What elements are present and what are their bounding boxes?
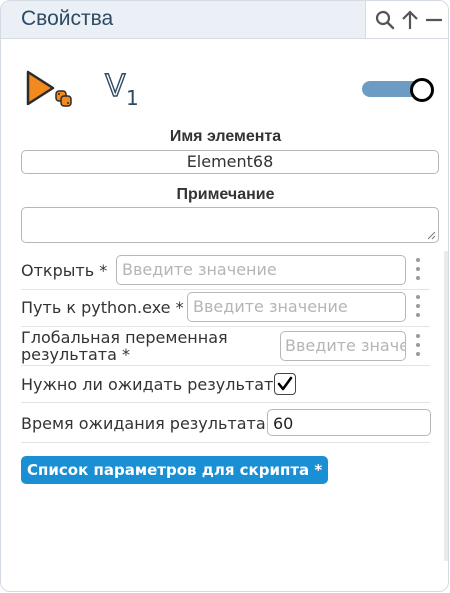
global-var-label: Глобальная переменная результата * bbox=[21, 329, 228, 363]
open-more-icon[interactable] bbox=[414, 257, 422, 283]
divider bbox=[21, 402, 430, 403]
arrow-up-icon[interactable] bbox=[399, 8, 421, 32]
python-path-label: Путь к python.exe * bbox=[21, 298, 184, 317]
panel-header: Свойства bbox=[1, 1, 448, 39]
python-path-more-icon[interactable] bbox=[414, 294, 422, 320]
global-var-label-line1: Глобальная переменная bbox=[21, 328, 228, 347]
global-var-label-line2: результата * bbox=[21, 345, 130, 364]
resize-handle-icon[interactable] bbox=[426, 230, 436, 240]
divider bbox=[21, 326, 430, 327]
divider bbox=[21, 365, 430, 366]
note-label: Примечание bbox=[176, 186, 275, 203]
search-icon[interactable] bbox=[374, 8, 396, 32]
element-name-input[interactable]: Element68 bbox=[21, 150, 439, 174]
version-letter: V bbox=[104, 68, 126, 104]
open-label: Открыть * bbox=[21, 261, 108, 280]
toggle-knob bbox=[410, 78, 434, 102]
checkmark-icon bbox=[277, 376, 293, 391]
element-name-label: Имя элемента bbox=[169, 128, 282, 145]
header-tools bbox=[365, 1, 448, 39]
global-var-placeholder: Введите значе bbox=[285, 336, 405, 355]
script-params-button[interactable]: Список параметров для скрипта * bbox=[21, 456, 329, 484]
note-textarea[interactable] bbox=[21, 207, 439, 243]
version-icon: V 1 bbox=[104, 68, 141, 111]
element-type-icon bbox=[25, 69, 75, 111]
python-path-input[interactable]: Введите значение bbox=[187, 292, 406, 322]
enable-toggle[interactable] bbox=[362, 77, 434, 102]
wait-time-label: Время ожидания результата bbox=[21, 414, 266, 433]
minimize-icon[interactable] bbox=[423, 8, 445, 32]
properties-panel: Свойства V 1 Имя элемента Element68 Прим… bbox=[0, 0, 449, 592]
panel-title: Свойства bbox=[21, 7, 114, 30]
global-var-input[interactable]: Введите значе bbox=[280, 331, 406, 361]
open-placeholder: Введите значение bbox=[122, 260, 277, 279]
divider bbox=[21, 289, 430, 290]
wait-time-input[interactable]: 60 bbox=[267, 409, 431, 436]
global-var-more-icon[interactable] bbox=[414, 333, 422, 359]
wait-result-checkbox[interactable] bbox=[274, 373, 296, 395]
open-input[interactable]: Введите значение bbox=[116, 255, 406, 285]
wait-result-label: Нужно ли ожидать результат bbox=[21, 375, 274, 394]
scrollbar[interactable] bbox=[444, 251, 448, 561]
python-path-placeholder: Введите значение bbox=[193, 297, 348, 316]
version-number: 1 bbox=[126, 86, 139, 110]
divider bbox=[21, 442, 430, 443]
